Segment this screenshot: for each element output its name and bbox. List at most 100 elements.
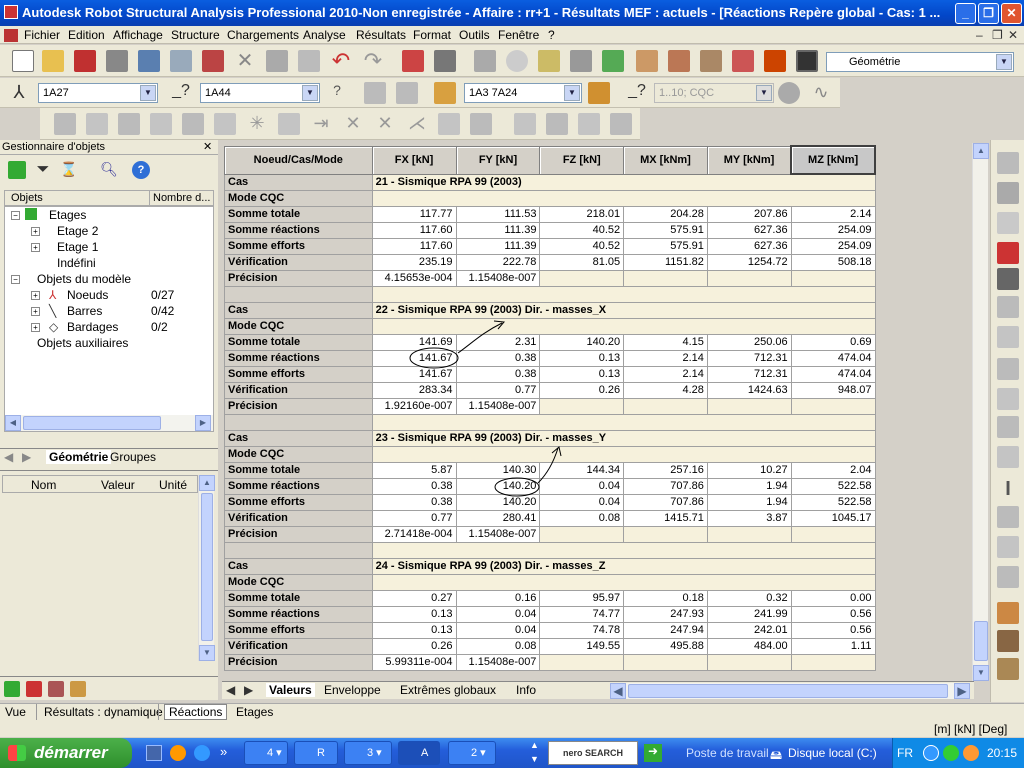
scroll-up-icon[interactable]: ▲ <box>199 475 215 491</box>
scroll-thumb[interactable] <box>23 416 161 430</box>
desktop-toolbar[interactable]: Poste de travail <box>686 746 769 760</box>
menu-edition[interactable]: Edition <box>68 28 105 42</box>
zoom-icon[interactable] <box>506 50 528 72</box>
menu-help[interactable]: ? <box>548 28 555 42</box>
start-button[interactable]: démarrer <box>0 738 132 768</box>
zoom-window-icon[interactable] <box>538 50 560 72</box>
print-preview-icon[interactable] <box>138 50 160 72</box>
doc-icon[interactable] <box>4 29 18 42</box>
menu-fenetre[interactable]: Fenêtre <box>498 28 539 42</box>
scroll-down-icon[interactable]: ▼ <box>973 665 989 681</box>
collapse-icon[interactable]: − <box>11 211 20 220</box>
tree-item-etage-1[interactable]: Etage 1 <box>57 240 98 254</box>
bar-combo[interactable]: 1A44 ▼ <box>200 83 320 103</box>
new-icon[interactable] <box>12 50 34 72</box>
help-icon[interactable]: ? <box>132 161 150 179</box>
loads-icon[interactable] <box>668 50 690 72</box>
tree-item-bardages[interactable]: Bardages <box>67 320 118 334</box>
chevron-down-icon[interactable]: ▼ <box>996 54 1012 70</box>
mdi-close-icon[interactable]: ✕ <box>1008 28 1018 42</box>
quicklaunch-icon-2[interactable] <box>170 745 186 761</box>
calculator-icon[interactable] <box>402 50 424 72</box>
expand-icon[interactable]: + <box>31 227 40 236</box>
preview-icon[interactable] <box>170 50 192 72</box>
results-vscroll[interactable]: ▲ ▼ <box>972 143 989 681</box>
nero-search-bar[interactable]: nero SEARCH <box>548 741 638 765</box>
tab-prev-icon[interactable]: ◀ <box>226 683 235 697</box>
menu-format[interactable]: Format <box>413 28 451 42</box>
railing-icon[interactable] <box>997 602 1019 624</box>
status-floors[interactable]: Etages <box>236 705 273 719</box>
tab-values[interactable]: Valeurs <box>266 683 315 697</box>
minimize-button[interactable]: _ <box>955 3 976 24</box>
taskbar-scroll-down-icon[interactable]: ▼ <box>530 754 539 764</box>
task-active[interactable]: A <box>398 741 440 765</box>
task-robot[interactable]: R <box>294 741 338 765</box>
table-view-icon[interactable] <box>48 681 64 697</box>
chevron-down-icon[interactable]: ▼ <box>302 85 318 101</box>
tree-item-etage-2[interactable]: Etage 2 <box>57 224 98 238</box>
design-icon[interactable] <box>732 50 754 72</box>
save-icon[interactable] <box>74 50 96 72</box>
close-button[interactable]: ✕ <box>1001 3 1022 24</box>
menu-affichage[interactable]: Affichage <box>113 28 163 42</box>
menu-fichier[interactable]: Fichier <box>24 28 60 42</box>
menu-resultats[interactable]: Résultats <box>356 28 406 42</box>
hourglass-icon[interactable]: ⌛ <box>60 161 78 179</box>
tools-icon[interactable] <box>764 50 786 72</box>
mdi-restore-icon[interactable]: ❐ <box>992 28 1003 42</box>
menu-structure[interactable]: Structure <box>171 28 220 42</box>
edit-view-icon[interactable] <box>70 681 86 697</box>
scroll-right-icon[interactable]: ▶ <box>954 683 970 699</box>
results-icon[interactable] <box>700 50 722 72</box>
section-icon[interactable] <box>602 50 624 72</box>
camera-icon[interactable] <box>202 50 224 72</box>
scroll-thumb[interactable] <box>201 493 213 641</box>
tree-hscroll[interactable]: ◀ ▶ <box>5 415 213 431</box>
objects-view-icon[interactable] <box>4 681 20 697</box>
cut-icon[interactable]: ✕ <box>234 50 256 72</box>
status-reactions[interactable]: Réactions <box>164 704 228 720</box>
tab-next-icon[interactable]: ▶ <box>22 450 31 464</box>
tool-icon-2[interactable] <box>997 182 1019 204</box>
case-combo[interactable]: 1A3 7A24 ▼ <box>464 83 582 103</box>
quicklaunch-more-icon[interactable]: » <box>220 744 227 759</box>
language-indicator[interactable]: FR <box>897 746 913 760</box>
tab-envelope[interactable]: Enveloppe <box>324 683 381 697</box>
tree-icon[interactable] <box>8 161 26 179</box>
clock[interactable]: 20:15 <box>987 746 1017 760</box>
frame-icon[interactable] <box>997 630 1019 652</box>
scroll-thumb[interactable] <box>628 684 948 698</box>
status-view[interactable]: Vue <box>5 705 26 719</box>
properties-view-icon[interactable] <box>26 681 42 697</box>
task-excel[interactable]: 3 ▾ <box>344 741 392 765</box>
expand-icon[interactable]: + <box>31 323 40 332</box>
view-3d-icon[interactable] <box>570 50 592 72</box>
tab-groups[interactable]: Groupes <box>110 450 156 464</box>
properties-vscroll[interactable]: ▲ ▼ <box>198 475 215 661</box>
structure-icon[interactable] <box>636 50 658 72</box>
mdi-minimize-icon[interactable]: – <box>976 28 983 42</box>
tab-prev-icon[interactable]: ◀ <box>4 450 13 464</box>
node-select-icon[interactable]: ⅄ <box>8 82 30 104</box>
panel-close-icon[interactable]: ✕ <box>203 140 212 153</box>
tab-info[interactable]: Info <box>516 683 536 697</box>
quicklaunch-icon-1[interactable] <box>146 745 162 761</box>
tree-item-etages[interactable]: Etages <box>49 208 86 222</box>
col-count[interactable]: Nombre d... <box>153 192 210 204</box>
task-word[interactable]: 2 ▾ <box>448 741 496 765</box>
menu-outils[interactable]: Outils <box>459 28 490 42</box>
status-results[interactable]: Résultats : dynamique <box>44 705 163 719</box>
scroll-left-icon[interactable]: ◀ <box>610 683 626 699</box>
scroll-up-icon[interactable]: ▲ <box>973 143 989 159</box>
tray-icon-2[interactable] <box>943 745 959 761</box>
case-type-icon[interactable] <box>588 82 610 104</box>
tab-geometry[interactable]: Géométrie <box>46 450 112 464</box>
layout-combo[interactable]: Géométrie ▼ <box>826 52 1014 72</box>
tree-item-model-objects[interactable]: Objets du modèle <box>37 272 131 286</box>
tray-icon-1[interactable] <box>923 745 939 761</box>
menu-chargements[interactable]: Chargements <box>227 28 299 42</box>
tree-item-aux-objects[interactable]: Objets auxiliaires <box>37 336 128 350</box>
undo-icon[interactable]: ↶ <box>330 50 352 72</box>
tree-item-barres[interactable]: Barres <box>67 304 102 318</box>
